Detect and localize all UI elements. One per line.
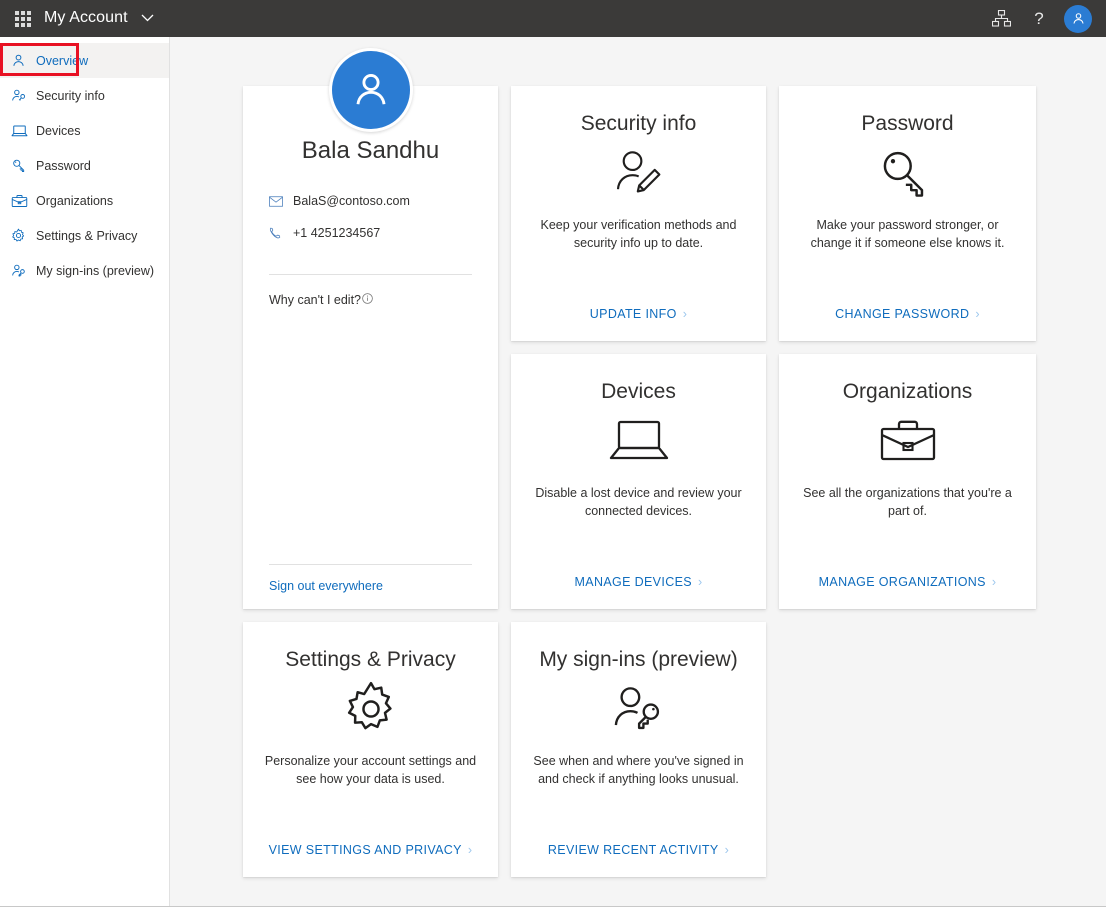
organizations-card: Organizations See all the organizations … xyxy=(779,354,1036,609)
sidebar-item-label: Organizations xyxy=(36,194,113,208)
app-launcher-waffle-icon[interactable] xyxy=(6,0,40,37)
profile-divider xyxy=(269,274,472,275)
change-password-link[interactable]: CHANGE PASSWORD › xyxy=(835,307,980,321)
card-link-label: MANAGE ORGANIZATIONS xyxy=(819,575,986,589)
my-account-page: My Account ? xyxy=(0,0,1106,907)
sidebar-item-overview[interactable]: Overview xyxy=(0,43,169,78)
sidebar-item-label: Settings & Privacy xyxy=(36,229,137,243)
update-info-link[interactable]: UPDATE INFO › xyxy=(590,307,687,321)
card-title: Password xyxy=(861,112,953,136)
profile-name: Bala Sandhu xyxy=(269,138,472,164)
chevron-right-icon: › xyxy=(698,575,703,589)
sidebar-item-label: Password xyxy=(36,159,91,173)
sidebar-item-organizations[interactable]: Organizations xyxy=(0,183,169,218)
app-title[interactable]: My Account xyxy=(44,9,154,27)
card-description: Disable a lost device and review your co… xyxy=(530,484,748,520)
card-title: Security info xyxy=(581,112,697,136)
help-question-icon[interactable]: ? xyxy=(1020,0,1058,37)
security-info-card: Security info Keep your verification met… xyxy=(511,86,766,341)
person-key-icon xyxy=(610,678,668,740)
card-description: Personalize your account settings and se… xyxy=(262,752,480,788)
briefcase-icon xyxy=(11,194,33,208)
manage-devices-link[interactable]: MANAGE DEVICES › xyxy=(575,575,703,589)
gear-icon xyxy=(343,678,399,740)
settings-privacy-card: Settings & Privacy Personalize your acco… xyxy=(243,622,498,877)
chevron-down-icon xyxy=(141,9,154,27)
sidebar-item-devices[interactable]: Devices xyxy=(0,113,169,148)
card-description: Keep your verification methods and secur… xyxy=(530,216,748,252)
card-description: Make your password stronger, or change i… xyxy=(799,216,1017,252)
sidebar-item-label: Security info xyxy=(36,89,105,103)
key-icon xyxy=(879,142,937,204)
card-title: Devices xyxy=(601,380,676,404)
person-key-icon xyxy=(11,263,33,278)
info-icon xyxy=(362,293,373,304)
profile-phone-row: +1 4251234567 xyxy=(269,226,472,240)
main-content-area: Bala Sandhu BalaS@contoso.com xyxy=(170,37,1106,906)
why-cant-i-edit-label: Why can't I edit? xyxy=(269,293,361,307)
profile-phone: +1 4251234567 xyxy=(293,226,380,240)
help-glyph: ? xyxy=(1034,9,1043,29)
left-navigation-sidebar: Overview Security info xyxy=(0,37,170,906)
why-cant-i-edit[interactable]: Why can't I edit? xyxy=(269,293,472,307)
review-recent-activity-link[interactable]: REVIEW RECENT ACTIVITY › xyxy=(548,843,729,857)
my-sign-ins-card: My sign-ins (preview) See when and where… xyxy=(511,622,766,877)
sidebar-item-label: My sign-ins (preview) xyxy=(36,264,154,278)
person-avatar-icon xyxy=(329,48,413,132)
card-description: See when and where you've signed in and … xyxy=(530,752,748,788)
app-title-text: My Account xyxy=(44,10,128,27)
chevron-right-icon: › xyxy=(468,843,473,857)
profile-spacer xyxy=(269,307,472,564)
profile-email: BalaS@contoso.com xyxy=(293,194,410,208)
body-row: Overview Security info xyxy=(0,37,1106,906)
chevron-right-icon: › xyxy=(725,843,730,857)
card-link-label: CHANGE PASSWORD xyxy=(835,307,969,321)
mail-icon xyxy=(269,196,293,207)
org-hierarchy-icon[interactable] xyxy=(982,0,1020,37)
sign-out-everywhere-link[interactable]: Sign out everywhere xyxy=(269,579,472,593)
card-link-label: REVIEW RECENT ACTIVITY xyxy=(548,843,719,857)
profile-card: Bala Sandhu BalaS@contoso.com xyxy=(243,86,498,609)
card-description: See all the organizations that you're a … xyxy=(799,484,1017,520)
card-link-label: UPDATE INFO xyxy=(590,307,677,321)
person-pencil-icon xyxy=(611,142,667,204)
profile-email-row: BalaS@contoso.com xyxy=(269,194,472,208)
devices-card: Devices Disable a lost device and review… xyxy=(511,354,766,609)
key-icon xyxy=(11,158,33,173)
chevron-right-icon: › xyxy=(683,307,688,321)
sidebar-item-my-sign-ins[interactable]: My sign-ins (preview) xyxy=(0,253,169,288)
sidebar-item-password[interactable]: Password xyxy=(0,148,169,183)
top-header-bar: My Account ? xyxy=(0,0,1106,37)
card-title: My sign-ins (preview) xyxy=(539,648,737,672)
account-avatar-icon[interactable] xyxy=(1064,5,1092,33)
cards-grid: Bala Sandhu BalaS@contoso.com xyxy=(243,86,1036,877)
person-key-icon xyxy=(11,88,33,103)
password-card: Password Make your password stronger, or… xyxy=(779,86,1036,341)
chevron-right-icon: › xyxy=(992,575,997,589)
signout-divider xyxy=(269,564,472,565)
sidebar-item-label: Overview xyxy=(36,54,88,68)
manage-organizations-link[interactable]: MANAGE ORGANIZATIONS › xyxy=(819,575,997,589)
view-settings-and-privacy-link[interactable]: VIEW SETTINGS AND PRIVACY › xyxy=(269,843,473,857)
laptop-icon xyxy=(11,124,33,138)
laptop-icon xyxy=(608,410,670,472)
briefcase-icon xyxy=(879,410,937,472)
sidebar-item-settings-privacy[interactable]: Settings & Privacy xyxy=(0,218,169,253)
card-title: Settings & Privacy xyxy=(285,648,455,672)
sidebar-item-security-info[interactable]: Security info xyxy=(0,78,169,113)
sidebar-item-label: Devices xyxy=(36,124,80,138)
gear-icon xyxy=(11,228,33,243)
card-title: Organizations xyxy=(843,380,973,404)
chevron-right-icon: › xyxy=(975,307,980,321)
person-icon xyxy=(11,53,33,68)
card-link-label: MANAGE DEVICES xyxy=(575,575,692,589)
card-link-label: VIEW SETTINGS AND PRIVACY xyxy=(269,843,462,857)
phone-icon xyxy=(269,227,293,240)
